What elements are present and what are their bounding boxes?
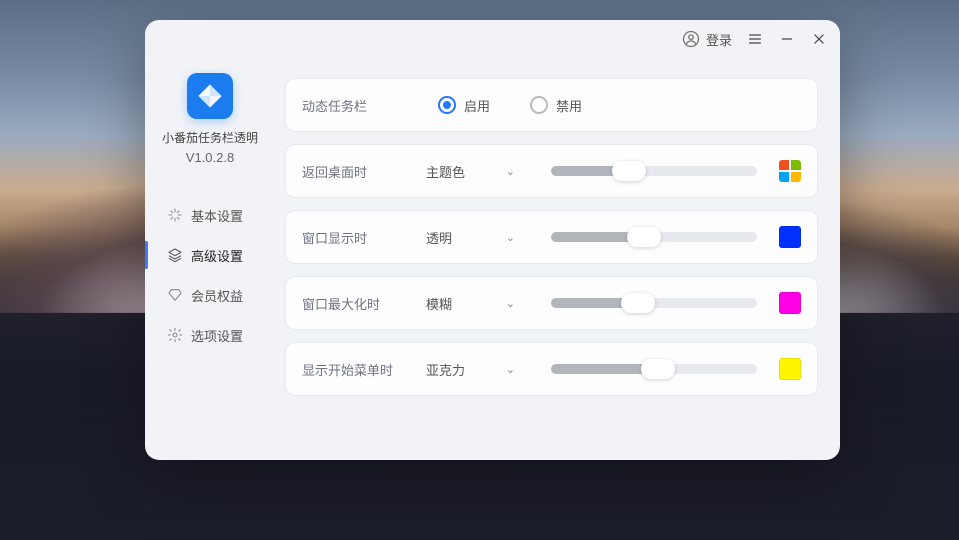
color-swatch[interactable] xyxy=(779,358,801,380)
chevron-down-icon: ⌄ xyxy=(506,165,515,178)
slider-thumb[interactable] xyxy=(621,293,655,313)
setting-row: 窗口显示时 透明 ⌄ xyxy=(285,210,818,264)
radio-label: 启用 xyxy=(464,96,490,115)
setting-row: 返回桌面时 主题色 ⌄ xyxy=(285,144,818,198)
slider-thumb[interactable] xyxy=(641,359,675,379)
nav-label: 会员权益 xyxy=(191,286,243,305)
radio-ring-icon xyxy=(438,96,456,114)
app-logo-icon xyxy=(196,82,224,110)
radio-enable[interactable]: 启用 xyxy=(438,96,490,115)
setting-row: 窗口最大化时 模糊 ⌄ xyxy=(285,276,818,330)
titlebar: 登录 xyxy=(145,20,840,58)
dropdown-value: 亚克力 xyxy=(426,360,465,379)
nav-item-options[interactable]: 选项设置 xyxy=(145,315,275,355)
app-name: 小番茄任务栏透明 xyxy=(162,129,258,146)
row-label: 返回桌面时 xyxy=(302,162,402,181)
setting-row: 显示开始菜单时 亚克力 ⌄ xyxy=(285,342,818,396)
row-label: 动态任务栏 xyxy=(302,96,402,115)
sparkle-icon xyxy=(167,207,183,223)
nav-item-vip[interactable]: 会员权益 xyxy=(145,275,275,315)
menu-button[interactable] xyxy=(746,30,764,48)
radio-disable[interactable]: 禁用 xyxy=(530,96,582,115)
windows-color-icon[interactable] xyxy=(779,160,801,182)
radio-ring-icon xyxy=(530,96,548,114)
user-icon xyxy=(682,30,700,48)
radio-label: 禁用 xyxy=(556,96,582,115)
slider-thumb[interactable] xyxy=(627,227,661,247)
chevron-down-icon: ⌄ xyxy=(506,297,515,310)
nav-label: 选项设置 xyxy=(191,326,243,345)
row-label: 显示开始菜单时 xyxy=(302,360,402,379)
sidebar: 小番茄任务栏透明 V1.0.2.8 基本设置 高级设置 xyxy=(145,58,275,460)
color-swatch[interactable] xyxy=(779,292,801,314)
mode-dropdown[interactable]: 模糊 ⌄ xyxy=(426,288,521,318)
chevron-down-icon: ⌄ xyxy=(506,363,515,376)
row-dynamic-taskbar: 动态任务栏 启用 禁用 xyxy=(285,78,818,132)
opacity-slider[interactable] xyxy=(551,298,757,308)
mode-dropdown[interactable]: 亚克力 ⌄ xyxy=(426,354,521,384)
gear-icon xyxy=(167,327,183,343)
nav-label: 基本设置 xyxy=(191,206,243,225)
dropdown-value: 主题色 xyxy=(426,162,465,181)
app-version: V1.0.2.8 xyxy=(186,150,234,165)
close-icon xyxy=(812,32,826,46)
close-button[interactable] xyxy=(810,30,828,48)
row-label: 窗口最大化时 xyxy=(302,294,402,313)
dropdown-value: 透明 xyxy=(426,228,452,247)
layers-icon xyxy=(167,247,183,263)
mode-dropdown[interactable]: 透明 ⌄ xyxy=(426,222,521,252)
nav-item-basic[interactable]: 基本设置 xyxy=(145,195,275,235)
opacity-slider[interactable] xyxy=(551,166,757,176)
hamburger-icon xyxy=(747,31,763,47)
app-window: 登录 小番茄任务栏透明 V1.0.2.8 xyxy=(145,20,840,460)
chevron-down-icon: ⌄ xyxy=(506,231,515,244)
row-label: 窗口显示时 xyxy=(302,228,402,247)
opacity-slider[interactable] xyxy=(551,364,757,374)
nav-item-advanced[interactable]: 高级设置 xyxy=(145,235,275,275)
window-body: 小番茄任务栏透明 V1.0.2.8 基本设置 高级设置 xyxy=(145,58,840,460)
minimize-icon xyxy=(780,32,794,46)
nav-label: 高级设置 xyxy=(191,246,243,265)
app-logo xyxy=(187,73,233,119)
opacity-slider[interactable] xyxy=(551,232,757,242)
radio-group-dynamic: 启用 禁用 xyxy=(438,96,582,115)
login-button[interactable]: 登录 xyxy=(682,30,732,49)
diamond-icon xyxy=(167,287,183,303)
slider-thumb[interactable] xyxy=(612,161,646,181)
mode-dropdown[interactable]: 主题色 ⌄ xyxy=(426,156,521,186)
nav: 基本设置 高级设置 会员权益 xyxy=(145,195,275,355)
login-label: 登录 xyxy=(706,30,732,49)
dropdown-value: 模糊 xyxy=(426,294,452,313)
content: 动态任务栏 启用 禁用 返回桌面时主题色⌄窗口显示时透明⌄窗口最大化时模糊⌄显示… xyxy=(275,58,840,460)
minimize-button[interactable] xyxy=(778,30,796,48)
color-swatch[interactable] xyxy=(779,226,801,248)
